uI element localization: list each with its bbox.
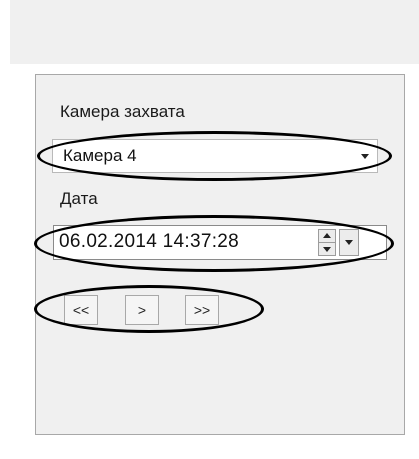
triangle-up-icon [323, 233, 331, 238]
triangle-down-icon [345, 240, 353, 245]
chevron-down-icon[interactable] [361, 154, 369, 159]
triangle-down-icon [323, 247, 331, 252]
last-frame-button[interactable]: >> [185, 295, 219, 325]
camera-select-value: Камера 4 [63, 146, 137, 165]
first-frame-button[interactable]: << [64, 295, 98, 325]
camera-label: Камера захвата [60, 102, 185, 121]
date-time-value[interactable]: 06.02.2014 14:37:28 [59, 231, 239, 253]
header-band [10, 0, 419, 64]
date-dropdown-button[interactable] [339, 229, 359, 256]
date-time-picker[interactable]: 06.02.2014 14:37:28 [53, 225, 387, 260]
camera-select[interactable]: Камера 4 [52, 139, 378, 173]
date-label: Дата [60, 189, 98, 208]
spin-down-button[interactable] [319, 243, 335, 255]
next-frame-button[interactable]: > [125, 295, 159, 325]
capture-panel-window: Камера захвата Камера 4 Дата 06.02.2014 … [0, 0, 419, 459]
spin-up-button[interactable] [319, 230, 335, 243]
date-spinner[interactable] [318, 229, 336, 256]
